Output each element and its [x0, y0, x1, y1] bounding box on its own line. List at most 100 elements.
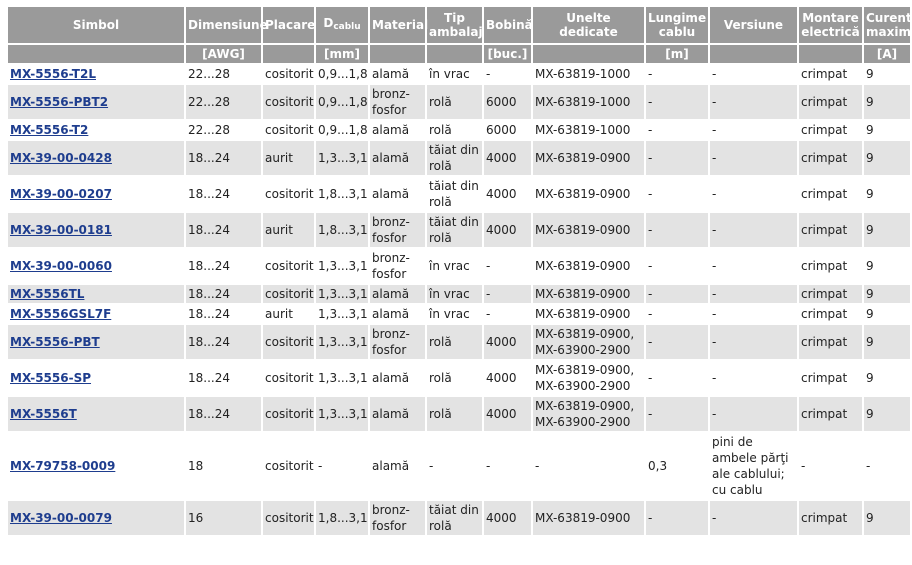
- cell-material: alamă: [370, 285, 425, 303]
- cell-dimensiune: 18: [186, 433, 261, 499]
- product-link[interactable]: MX-39-00-0207: [10, 187, 112, 201]
- cell-tip-ambalaj: în vrac: [427, 65, 482, 83]
- cell-montare: crimpat: [799, 361, 862, 395]
- cell-material: bronz-fosfor: [370, 501, 425, 535]
- cell-placare: cositorit: [263, 121, 314, 139]
- unit-curent: [A]: [864, 45, 910, 63]
- cell-simbol: MX-79758-0009: [8, 433, 184, 499]
- cell-montare: crimpat: [799, 213, 862, 247]
- cell-dcablu: -: [316, 433, 368, 499]
- cell-dcablu: 0,9...1,8: [316, 85, 368, 119]
- cell-material: bronz-fosfor: [370, 213, 425, 247]
- cell-lungime: -: [646, 325, 708, 359]
- cell-montare: crimpat: [799, 397, 862, 431]
- cell-bobina: 4000: [484, 325, 531, 359]
- cell-placare: cositorit: [263, 285, 314, 303]
- cell-placare: aurit: [263, 141, 314, 175]
- cell-tip-ambalaj: tăiat din rolă: [427, 177, 482, 211]
- product-link[interactable]: MX-39-00-0428: [10, 151, 112, 165]
- cell-lungime: -: [646, 85, 708, 119]
- cell-dcablu: 1,3...3,1: [316, 249, 368, 283]
- cell-material: alamă: [370, 177, 425, 211]
- cell-dimensiune: 18...24: [186, 285, 261, 303]
- table-row: MX-39-00-0060 18...24 cositorit 1,3...3,1 br…: [8, 249, 910, 283]
- cell-dimensiune: 18...24: [186, 249, 261, 283]
- cell-unelte: MX-63819-1000: [533, 85, 644, 119]
- product-link[interactable]: MX-39-00-0079: [10, 511, 112, 525]
- cell-unelte: MX-63819-0900: [533, 177, 644, 211]
- product-link[interactable]: MX-5556-SP: [10, 371, 91, 385]
- table-row: MX-39-00-0207 18...24 cositorit 1,8...3,1 al…: [8, 177, 910, 211]
- cell-versiune: -: [710, 501, 797, 535]
- col-header-unelte[interactable]: Unelte dedicate: [533, 7, 644, 43]
- product-link[interactable]: MX-5556GSL7F: [10, 307, 111, 321]
- cell-dimensiune: 18...24: [186, 361, 261, 395]
- cell-lungime: -: [646, 285, 708, 303]
- col-header-curent[interactable]: Curent maxim: [864, 7, 912, 43]
- cell-versiune: -: [710, 397, 797, 431]
- cell-material: alamă: [370, 397, 425, 431]
- col-header-tip-ambalaj[interactable]: Tip ambalaj: [427, 7, 483, 43]
- product-table: Simbol Dimensiune Placare Dcablu Materia…: [6, 5, 912, 537]
- cell-material: alamă: [370, 141, 425, 175]
- cell-placare: cositorit: [263, 65, 314, 83]
- cell-simbol: MX-39-00-0207: [8, 177, 184, 211]
- cell-tip-ambalaj: rolă: [427, 85, 482, 119]
- cell-bobina: -: [484, 285, 531, 303]
- cell-versiune: -: [710, 285, 797, 303]
- cell-dcablu: 1,8...3,1: [316, 213, 368, 247]
- cell-dimensiune: 18...24: [186, 141, 261, 175]
- cell-dimensiune: 22...28: [186, 85, 261, 119]
- cell-placare: cositorit: [263, 433, 314, 499]
- cell-lungime: -: [646, 177, 708, 211]
- cell-lungime: -: [646, 361, 708, 395]
- cell-curent: 9: [864, 141, 910, 175]
- cell-versiune: -: [710, 305, 797, 323]
- cell-curent: 9: [864, 285, 910, 303]
- product-link[interactable]: MX-79758-0009: [10, 459, 115, 473]
- table-body: MX-5556-T2L 22...28 cositorit 0,9...1,8 alam…: [8, 65, 910, 535]
- product-link[interactable]: MX-5556TL: [10, 287, 84, 301]
- col-header-montare[interactable]: Montare electrică: [799, 7, 862, 43]
- col-header-dcablu[interactable]: Dcablu: [316, 7, 368, 43]
- cell-lungime: -: [646, 213, 708, 247]
- cell-bobina: 6000: [484, 121, 531, 139]
- cell-montare: crimpat: [799, 65, 862, 83]
- col-header-material[interactable]: Material: [370, 7, 428, 43]
- product-link[interactable]: MX-5556-T2: [10, 123, 88, 137]
- cell-bobina: -: [484, 305, 531, 323]
- product-link[interactable]: MX-5556-T2L: [10, 67, 96, 81]
- cell-curent: 9: [864, 85, 910, 119]
- cell-dimensiune: 18...24: [186, 325, 261, 359]
- cell-curent: 9: [864, 397, 910, 431]
- cell-montare: crimpat: [799, 325, 862, 359]
- cell-tip-ambalaj: în vrac: [427, 285, 482, 303]
- cell-dimensiune: 22...28: [186, 121, 261, 139]
- cell-lungime: -: [646, 121, 708, 139]
- product-link[interactable]: MX-39-00-0060: [10, 259, 112, 273]
- col-header-placare[interactable]: Placare: [263, 7, 315, 43]
- cell-tip-ambalaj: tăiat din rolă: [427, 213, 482, 247]
- cell-curent: 9: [864, 65, 910, 83]
- cell-bobina: 4000: [484, 213, 531, 247]
- product-link[interactable]: MX-39-00-0181: [10, 223, 112, 237]
- cell-lungime: -: [646, 305, 708, 323]
- product-link[interactable]: MX-5556-PBT: [10, 335, 100, 349]
- product-link[interactable]: MX-5556T: [10, 407, 77, 421]
- cell-tip-ambalaj: în vrac: [427, 305, 482, 323]
- cell-versiune: -: [710, 65, 797, 83]
- col-header-versiune[interactable]: Versiune: [710, 7, 797, 43]
- cell-unelte: MX-63819-0900, MX-63900-2900: [533, 397, 644, 431]
- col-header-lungime[interactable]: Lungime cablu: [646, 7, 708, 43]
- cell-montare: crimpat: [799, 85, 862, 119]
- product-link[interactable]: MX-5556-PBT2: [10, 95, 108, 109]
- col-header-simbol[interactable]: Simbol: [8, 7, 184, 43]
- cell-unelte: MX-63819-1000: [533, 65, 644, 83]
- cell-bobina: -: [484, 65, 531, 83]
- cell-dcablu: 1,3...3,1: [316, 305, 368, 323]
- col-header-bobina[interactable]: Bobină: [484, 7, 533, 43]
- cell-curent: 9: [864, 501, 910, 535]
- cell-unelte: MX-63819-0900: [533, 213, 644, 247]
- dcablu-subscript: cablu: [333, 22, 361, 32]
- col-header-dimensiune[interactable]: Dimensiune: [186, 7, 268, 43]
